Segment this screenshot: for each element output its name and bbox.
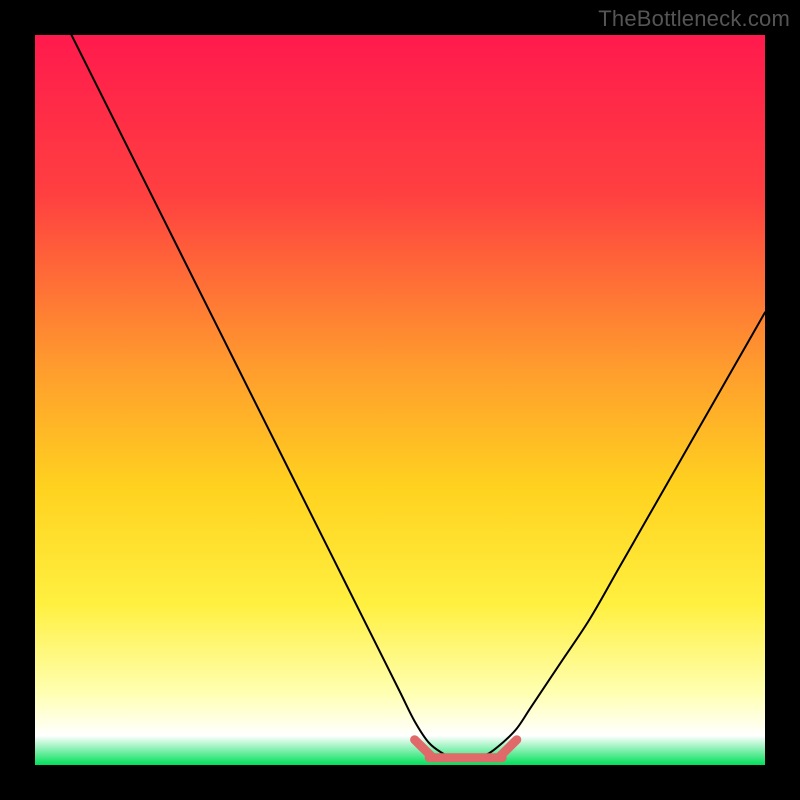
watermark-text: TheBottleneck.com — [598, 6, 790, 32]
gradient-background — [35, 35, 765, 765]
bottleneck-curve-plot — [35, 35, 765, 765]
chart-frame: TheBottleneck.com — [0, 0, 800, 800]
